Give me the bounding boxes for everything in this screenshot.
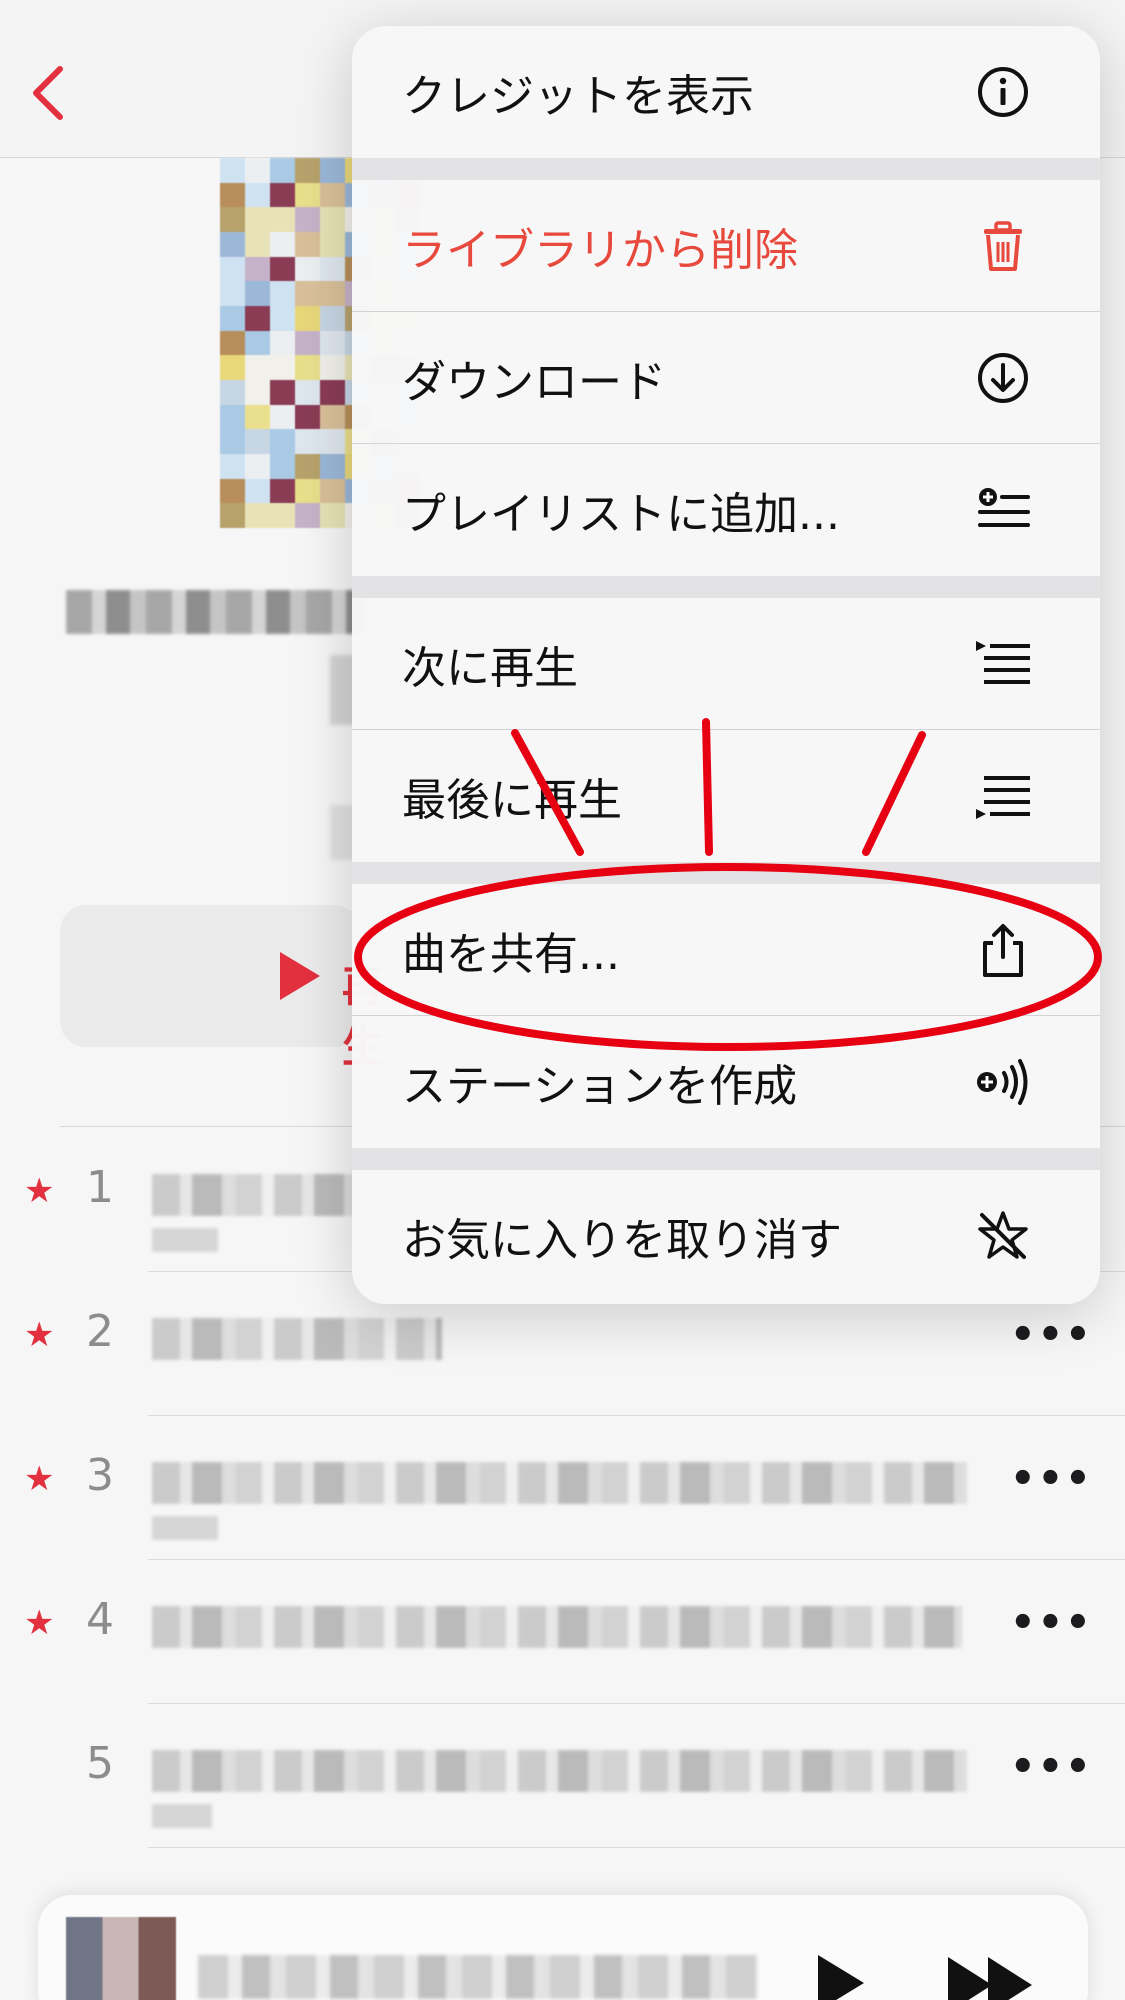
now-playing-title-redacted — [198, 1955, 758, 1999]
menu-item-label: お気に入りを取り消す — [402, 1215, 842, 1266]
more-options-button[interactable]: ••• — [1010, 1312, 1093, 1358]
menu-item-label: ステーションを作成 — [402, 1061, 798, 1112]
download-circle-icon — [968, 343, 1038, 413]
track-title-redacted — [152, 1606, 962, 1648]
play-next-icon — [968, 629, 1038, 699]
track-artist-redacted — [152, 1516, 218, 1540]
track-row[interactable]: ★ 4 ••• — [0, 1560, 1125, 1704]
menu-item-label: 次に再生 — [402, 643, 578, 694]
track-title-redacted — [152, 1318, 442, 1360]
menu-section-gap — [352, 862, 1100, 884]
menu-item-download[interactable]: ダウンロード — [352, 312, 1100, 444]
play-icon[interactable] — [818, 1955, 864, 2000]
track-artist-redacted — [152, 1804, 212, 1828]
menu-item-remove-from-library[interactable]: ライブラリから削除 — [352, 180, 1100, 312]
menu-item-label: ダウンロード — [402, 357, 666, 408]
favorite-star-icon: ★ — [24, 1315, 55, 1355]
menu-item-label: クレジットを表示 — [402, 71, 754, 122]
favorite-star-icon: ★ — [24, 1603, 55, 1643]
track-artist-redacted — [152, 1228, 218, 1252]
menu-item-play-next[interactable]: 次に再生 — [352, 598, 1100, 730]
context-menu: クレジットを表示 ライブラリから削除 ダウンロード プレイリストに追加... 次… — [352, 26, 1100, 1304]
menu-section-gap — [352, 158, 1100, 180]
menu-section-gap — [352, 1148, 1100, 1170]
track-title-redacted — [152, 1174, 372, 1216]
more-options-button[interactable]: ••• — [1010, 1456, 1093, 1502]
mini-player[interactable] — [38, 1895, 1088, 2000]
track-row[interactable]: ★ 3 ••• — [0, 1416, 1125, 1560]
menu-item-show-credits[interactable]: クレジットを表示 — [352, 26, 1100, 158]
menu-item-play-last[interactable]: 最後に再生 — [352, 730, 1100, 862]
now-playing-artwork — [66, 1917, 176, 2000]
add-to-playlist-icon — [968, 475, 1038, 545]
album-title-redacted — [66, 590, 366, 634]
row-separator — [148, 1847, 1125, 1848]
play-icon — [280, 952, 320, 1000]
track-title-redacted — [152, 1750, 967, 1792]
track-number: 2 — [86, 1306, 114, 1357]
menu-item-label: プレイリストに追加... — [402, 489, 840, 540]
favorite-star-icon: ★ — [24, 1171, 55, 1211]
menu-item-label: ライブラリから削除 — [402, 225, 798, 276]
track-number: 3 — [86, 1450, 114, 1501]
fast-forward-icon[interactable] — [948, 1957, 1038, 2000]
more-options-button[interactable]: ••• — [1010, 1600, 1093, 1646]
play-album-button[interactable]: 再生 — [60, 905, 384, 1072]
info-circle-icon — [968, 57, 1038, 127]
menu-item-create-station[interactable]: ステーションを作成 — [352, 1016, 1100, 1148]
trash-icon — [968, 211, 1038, 281]
more-options-button[interactable]: ••• — [1010, 1744, 1093, 1790]
create-station-icon — [968, 1047, 1038, 1117]
track-number: 5 — [86, 1738, 114, 1789]
track-title-redacted — [152, 1462, 967, 1504]
favorite-star-icon: ★ — [24, 1459, 55, 1499]
track-row[interactable]: 5 ••• — [0, 1704, 1125, 1848]
chevron-left-icon — [33, 66, 63, 120]
menu-item-label: 曲を共有... — [402, 929, 620, 980]
back-button[interactable] — [18, 58, 78, 128]
menu-item-label: 最後に再生 — [402, 775, 622, 826]
menu-item-unfavorite[interactable]: お気に入りを取り消す — [352, 1170, 1100, 1302]
track-number: 4 — [86, 1594, 114, 1645]
menu-section-gap — [352, 576, 1100, 598]
menu-item-share-song[interactable]: 曲を共有... — [352, 884, 1100, 1016]
unfavorite-star-icon — [968, 1201, 1038, 1271]
menu-item-add-to-playlist[interactable]: プレイリストに追加... — [352, 444, 1100, 576]
share-icon — [968, 915, 1038, 985]
play-last-icon — [968, 761, 1038, 831]
track-number: 1 — [86, 1162, 114, 1213]
